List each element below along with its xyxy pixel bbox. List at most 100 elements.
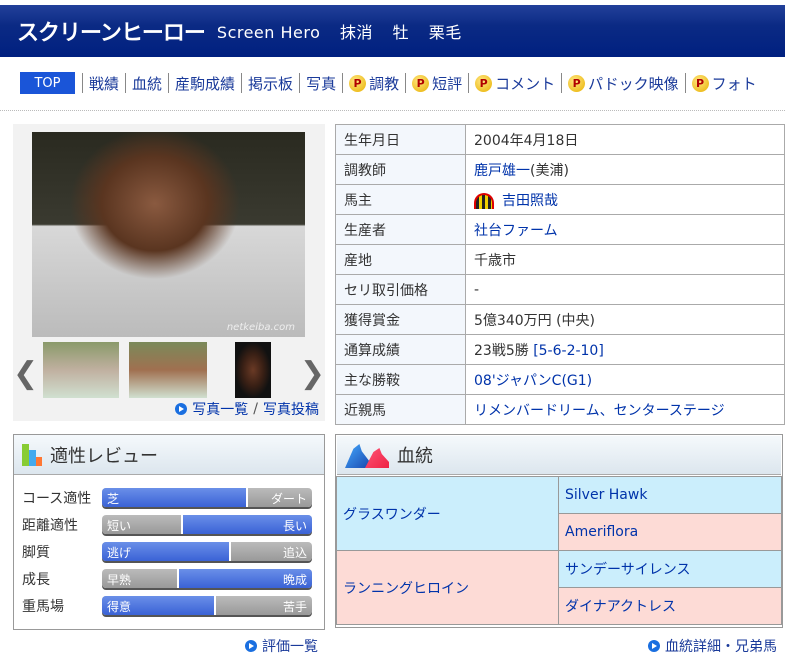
birthplace: 千歳市 bbox=[465, 244, 785, 275]
trainer-link[interactable]: 鹿戸雄一 bbox=[474, 163, 530, 179]
pedigree-table: グラスワンダー Silver Hawk Ameriflora ランニングヒロイン サ… bbox=[336, 476, 782, 625]
breeder-link[interactable]: 社台ファーム bbox=[474, 223, 558, 239]
divider bbox=[0, 110, 785, 111]
tab-top[interactable]: TOP bbox=[20, 72, 75, 94]
tab-photo-premium[interactable]: P フォト bbox=[684, 73, 763, 93]
aptitude-left-label: 早熟 bbox=[107, 573, 132, 587]
aptitude-bar: 短い 長い bbox=[102, 515, 312, 534]
birth-date: 2004年4月18日 bbox=[465, 124, 785, 155]
review-list-link[interactable]: 評価一覧 bbox=[245, 636, 318, 656]
tab-training[interactable]: P 調教 bbox=[342, 73, 405, 93]
aptitude-bar: 早熟 晩成 bbox=[102, 569, 312, 588]
aptitude-bar: 芝 ダート bbox=[102, 488, 312, 507]
horse-profile-table: 生年月日 2004年4月18日 調教師 鹿戸雄一(美浦) 馬主 吉田照哉 生産者 社台フ… bbox=[335, 124, 785, 425]
photo-post-link[interactable]: 写真投稿 bbox=[263, 399, 319, 419]
table-row: 生産者 社台ファーム bbox=[335, 214, 785, 245]
owner-silks-icon bbox=[474, 192, 494, 209]
main-horse-photo[interactable]: netkeiba.com bbox=[32, 132, 305, 337]
premium-icon: P bbox=[691, 74, 709, 92]
trainer-stable: (美浦) bbox=[530, 162, 569, 179]
row-label: 生産者 bbox=[335, 214, 466, 245]
aptitude-bar-divider bbox=[229, 542, 232, 561]
aptitude-bar: 得意 苦手 bbox=[102, 596, 312, 615]
aptitude-right-label: 追込 bbox=[282, 546, 307, 560]
tab-results[interactable]: 戦績 bbox=[82, 73, 125, 93]
aptitude-left-label: 得意 bbox=[107, 600, 132, 614]
premium-icon: P bbox=[475, 74, 493, 92]
career-summary: 23戦5勝 bbox=[474, 342, 529, 359]
tab-comment[interactable]: P コメント bbox=[468, 73, 561, 93]
horse-nav: TOP 戦績 血統 産駒成績 掲示板 写真 P 調教 P 短評 P コメント P パドッ… bbox=[20, 72, 763, 94]
tab-label: パドック映像 bbox=[588, 74, 679, 93]
dam-dam-link[interactable]: ダイナアクトレス bbox=[565, 599, 676, 615]
aptitude-left-label: 逃げ bbox=[107, 546, 132, 560]
table-row: 獲得賞金 5億340万円 (中央) bbox=[335, 304, 785, 335]
photo-thumbnail[interactable] bbox=[129, 342, 207, 398]
row-label: セリ取引価格 bbox=[335, 274, 466, 305]
play-circle-icon bbox=[648, 640, 660, 652]
horse-name: スクリーンヒーロー bbox=[17, 21, 206, 46]
table-row: 近親馬 リメンバードリーム、センターステージ bbox=[335, 394, 785, 425]
auction-price: - bbox=[465, 274, 785, 305]
table-row: 馬主 吉田照哉 bbox=[335, 184, 785, 215]
horse-heads-icon bbox=[345, 442, 391, 468]
dam-sire-link[interactable]: サンデーサイレンス bbox=[565, 562, 690, 578]
premium-icon: P bbox=[412, 74, 430, 92]
panel-title: 血統 bbox=[397, 446, 433, 467]
tab-pedigree[interactable]: 血統 bbox=[125, 73, 168, 93]
dam-link[interactable]: ランニングヒロイン bbox=[343, 581, 469, 597]
tab-offspring[interactable]: 産駒成績 bbox=[168, 73, 241, 93]
panel-title: 適性レビュー bbox=[50, 445, 158, 467]
page-header: スクリーンヒーロー Screen Hero 抹消 牡 栗毛 bbox=[0, 5, 785, 57]
aptitude-right-label: 長い bbox=[282, 519, 307, 533]
pedigree-panel: 血統 グラスワンダー Silver Hawk Ameriflora ランニングヒロ… bbox=[335, 434, 783, 628]
tab-label: 調教 bbox=[369, 74, 400, 93]
photo-list-link[interactable]: 写真一覧 bbox=[192, 399, 248, 419]
aptitude-right-label: ダート bbox=[270, 492, 307, 506]
table-row: セリ取引価格 - bbox=[335, 274, 785, 305]
horse-color: 栗毛 bbox=[428, 23, 462, 42]
premium-icon: P bbox=[568, 74, 586, 92]
tab-label: フォト bbox=[711, 74, 757, 93]
row-label: 生年月日 bbox=[335, 124, 466, 155]
row-label: 調教師 bbox=[335, 154, 466, 185]
tab-paddock-video[interactable]: P パドック映像 bbox=[561, 73, 684, 93]
horse-english-name: Screen Hero bbox=[216, 23, 321, 42]
aptitude-label: 成長 bbox=[22, 571, 50, 588]
aptitude-row: 重馬場 得意 苦手 bbox=[14, 592, 324, 619]
aptitude-row: コース適性 芝 ダート bbox=[14, 484, 324, 511]
play-circle-icon bbox=[175, 403, 188, 415]
aptitude-bar-divider bbox=[214, 596, 217, 615]
next-arrow-icon[interactable]: ❯ bbox=[300, 356, 325, 391]
aptitude-label: コース適性 bbox=[22, 490, 92, 507]
sire-dam-link[interactable]: Ameriflora bbox=[565, 524, 638, 540]
tab-photos[interactable]: 写真 bbox=[299, 73, 342, 93]
career-record-link[interactable]: [5-6-2-10] bbox=[533, 343, 604, 359]
sire-link[interactable]: グラスワンダー bbox=[343, 507, 441, 523]
table-row: 主な勝鞍 08'ジャパンC(G1) bbox=[335, 364, 785, 395]
aptitude-row: 脚質 逃げ 追込 bbox=[14, 538, 324, 565]
aptitude-label: 脚質 bbox=[22, 544, 50, 561]
owner-link[interactable]: 吉田照哉 bbox=[502, 193, 558, 209]
aptitude-review-panel: 適性レビュー コース適性 芝 ダート 距離適性 短い 長い 脚質 逃げ 追込 成… bbox=[13, 434, 325, 630]
photo-thumbnail[interactable] bbox=[43, 342, 119, 398]
link-label: 評価一覧 bbox=[262, 639, 318, 655]
aptitude-bar-divider bbox=[176, 569, 179, 588]
sire-sire-link[interactable]: Silver Hawk bbox=[565, 487, 647, 503]
prize-money: 5億340万円 (中央) bbox=[465, 304, 785, 335]
tab-review[interactable]: P 短評 bbox=[405, 73, 468, 93]
row-label: 近親馬 bbox=[335, 394, 466, 425]
row-label: 獲得賞金 bbox=[335, 304, 466, 335]
horse-sex: 牡 bbox=[392, 23, 410, 42]
aptitude-row: 成長 早熟 晩成 bbox=[14, 565, 324, 592]
aptitude-right-label: 晩成 bbox=[282, 573, 307, 587]
pedigree-detail-link[interactable]: 血統詳細・兄弟馬 bbox=[648, 636, 777, 656]
prev-arrow-icon[interactable]: ❮ bbox=[13, 356, 38, 391]
row-label: 主な勝鞍 bbox=[335, 364, 466, 395]
separator: / bbox=[253, 401, 258, 417]
photo-thumbnail[interactable] bbox=[235, 342, 271, 398]
major-win-link[interactable]: 08'ジャパンC(G1) bbox=[474, 373, 592, 389]
relatives-link[interactable]: リメンバードリーム、センターステージ bbox=[474, 403, 725, 419]
bar-chart-icon bbox=[22, 443, 42, 466]
tab-board[interactable]: 掲示板 bbox=[241, 73, 299, 93]
